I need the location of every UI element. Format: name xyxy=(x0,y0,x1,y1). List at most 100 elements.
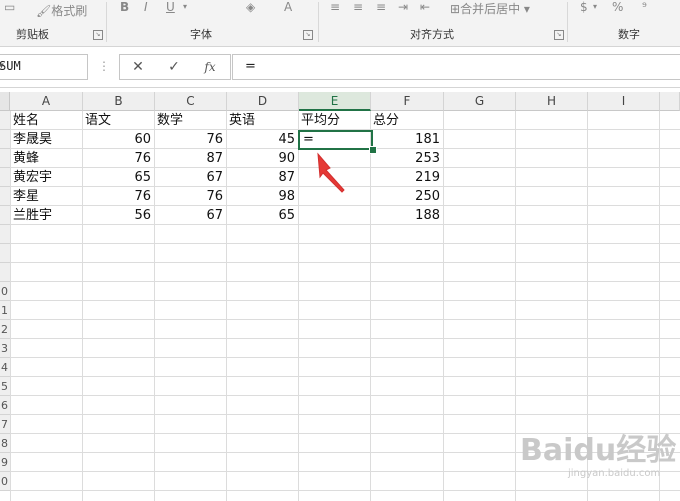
indent-icon[interactable]: ⇥ xyxy=(398,0,408,14)
column-header-I[interactable]: I xyxy=(588,92,660,111)
row-header-15[interactable]: 5 xyxy=(0,377,10,396)
cell-F3[interactable]: 253 xyxy=(370,149,443,168)
cell-B6[interactable]: 56 xyxy=(82,206,154,225)
cell-D2[interactable]: 45 xyxy=(226,130,298,149)
font-launcher-icon[interactable]: ↘ xyxy=(303,30,313,40)
font-color-icon[interactable]: A xyxy=(284,0,292,14)
paste-icon[interactable]: ▭ xyxy=(4,0,15,14)
currency-dropdown-icon[interactable]: ▾ xyxy=(593,2,597,11)
cell-F2[interactable]: 181 xyxy=(370,130,443,149)
cell-C6[interactable]: 67 xyxy=(154,206,226,225)
cell-D3[interactable]: 90 xyxy=(226,149,298,168)
ribbon: ▭ 🖌格式刷 剪贴板 ↘ B I U ▾ ◈ A 字体 ↘ ≡ ≡ ≡ ⇥ ⇤ … xyxy=(0,0,680,47)
clipboard-launcher-icon[interactable]: ↘ xyxy=(93,30,103,40)
clipboard-group-label: 剪贴板 xyxy=(16,28,49,41)
underline-button[interactable]: U xyxy=(166,0,175,14)
drag-handle-icon[interactable]: ⋮ xyxy=(98,59,110,73)
comma-style-icon[interactable]: ⁹ xyxy=(642,0,647,14)
cell-A1[interactable]: 姓名 xyxy=(10,111,82,130)
align-center-icon[interactable]: ≡ xyxy=(353,0,363,14)
row-header[interactable] xyxy=(0,206,10,225)
formula-bar: SUM ▼ ⋮ ✕ ✓ fx = xyxy=(0,47,680,88)
row-header-10[interactable]: 0 xyxy=(0,282,10,301)
cell-F4[interactable]: 219 xyxy=(370,168,443,187)
row-header[interactable] xyxy=(0,130,10,149)
outdent-icon[interactable]: ⇤ xyxy=(420,0,430,14)
row-header[interactable] xyxy=(0,149,10,168)
bold-button[interactable]: B xyxy=(120,0,129,14)
row-header-14[interactable]: 4 xyxy=(0,358,10,377)
annotation-arrow-icon xyxy=(317,152,345,193)
cell-F1[interactable]: 总分 xyxy=(370,111,443,130)
alignment-launcher-icon[interactable]: ↘ xyxy=(554,30,564,40)
cell-B3[interactable]: 76 xyxy=(82,149,154,168)
column-header-H[interactable]: H xyxy=(516,92,588,111)
row-header[interactable] xyxy=(0,168,10,187)
row-header-19[interactable]: 9 xyxy=(0,453,10,472)
cell-A4[interactable]: 黄宏宇 xyxy=(10,168,82,187)
cell-C3[interactable]: 87 xyxy=(154,149,226,168)
cell-C1[interactable]: 数学 xyxy=(154,111,226,130)
column-header-C[interactable]: C xyxy=(155,92,227,111)
cell-C4[interactable]: 67 xyxy=(154,168,226,187)
fill-color-icon[interactable]: ◈ xyxy=(246,0,255,14)
column-header-A[interactable]: A xyxy=(10,92,83,111)
column-header-D[interactable]: D xyxy=(227,92,299,111)
enter-icon[interactable]: ✓ xyxy=(164,58,184,76)
row-header[interactable] xyxy=(0,225,10,244)
fill-handle[interactable] xyxy=(369,146,377,154)
cell-A5[interactable]: 李星 xyxy=(10,187,82,206)
underline-dropdown-icon[interactable]: ▾ xyxy=(183,2,187,11)
format-painter-label: 格式刷 xyxy=(51,4,88,18)
column-header-E[interactable]: E xyxy=(299,92,371,111)
gridline xyxy=(10,281,680,282)
merge-center-button[interactable]: ⊞合并后居中 ▾ xyxy=(450,0,530,17)
cell-D1[interactable]: 英语 xyxy=(226,111,298,130)
cell-C2[interactable]: 76 xyxy=(154,130,226,149)
insert-function-icon[interactable]: fx xyxy=(200,58,220,76)
cell-A6[interactable]: 兰胜宇 xyxy=(10,206,82,225)
name-box-dropdown-icon[interactable]: ▼ xyxy=(0,61,83,70)
row-header-16[interactable]: 6 xyxy=(0,396,10,415)
active-cell-selection[interactable] xyxy=(298,130,373,150)
italic-button[interactable]: I xyxy=(144,0,148,14)
cell-C5[interactable]: 76 xyxy=(154,187,226,206)
row-header-11[interactable]: 1 xyxy=(0,301,10,320)
row-header[interactable] xyxy=(0,244,10,263)
align-left-icon[interactable]: ≡ xyxy=(330,0,340,14)
column-header-G[interactable]: G xyxy=(444,92,516,111)
currency-button[interactable]: $ xyxy=(580,0,588,14)
formula-input[interactable]: = xyxy=(232,54,680,80)
cancel-icon[interactable]: ✕ xyxy=(128,58,148,76)
row-header[interactable] xyxy=(0,263,10,282)
gridline xyxy=(10,319,680,320)
row-header-18[interactable]: 8 xyxy=(0,434,10,453)
name-box[interactable]: SUM ▼ xyxy=(0,54,88,80)
row-header[interactable] xyxy=(0,187,10,206)
row-header-13[interactable]: 3 xyxy=(0,339,10,358)
gridline xyxy=(10,338,680,339)
cell-B4[interactable]: 65 xyxy=(82,168,154,187)
row-header[interactable] xyxy=(0,111,10,130)
cell-D5[interactable]: 98 xyxy=(226,187,298,206)
percent-button[interactable]: % xyxy=(612,0,623,14)
column-header-partial[interactable] xyxy=(660,92,680,111)
cell-B2[interactable]: 60 xyxy=(82,130,154,149)
row-header-17[interactable]: 7 xyxy=(0,415,10,434)
select-all-corner[interactable] xyxy=(0,92,10,111)
cell-B5[interactable]: 76 xyxy=(82,187,154,206)
cell-D4[interactable]: 87 xyxy=(226,168,298,187)
cell-D6[interactable]: 65 xyxy=(226,206,298,225)
column-header-B[interactable]: B xyxy=(83,92,155,111)
cell-A2[interactable]: 李晟昊 xyxy=(10,130,82,149)
row-header-12[interactable]: 2 xyxy=(0,320,10,339)
column-header-F[interactable]: F xyxy=(371,92,444,111)
align-right-icon[interactable]: ≡ xyxy=(376,0,386,14)
format-painter-button[interactable]: 🖌格式刷 xyxy=(36,2,87,19)
cell-B1[interactable]: 语文 xyxy=(82,111,154,130)
row-header-20[interactable]: 0 xyxy=(0,472,10,491)
cell-A3[interactable]: 黄蜂 xyxy=(10,149,82,168)
cell-F5[interactable]: 250 xyxy=(370,187,443,206)
cell-F6[interactable]: 188 xyxy=(370,206,443,225)
cell-E1[interactable]: 平均分 xyxy=(298,111,370,130)
